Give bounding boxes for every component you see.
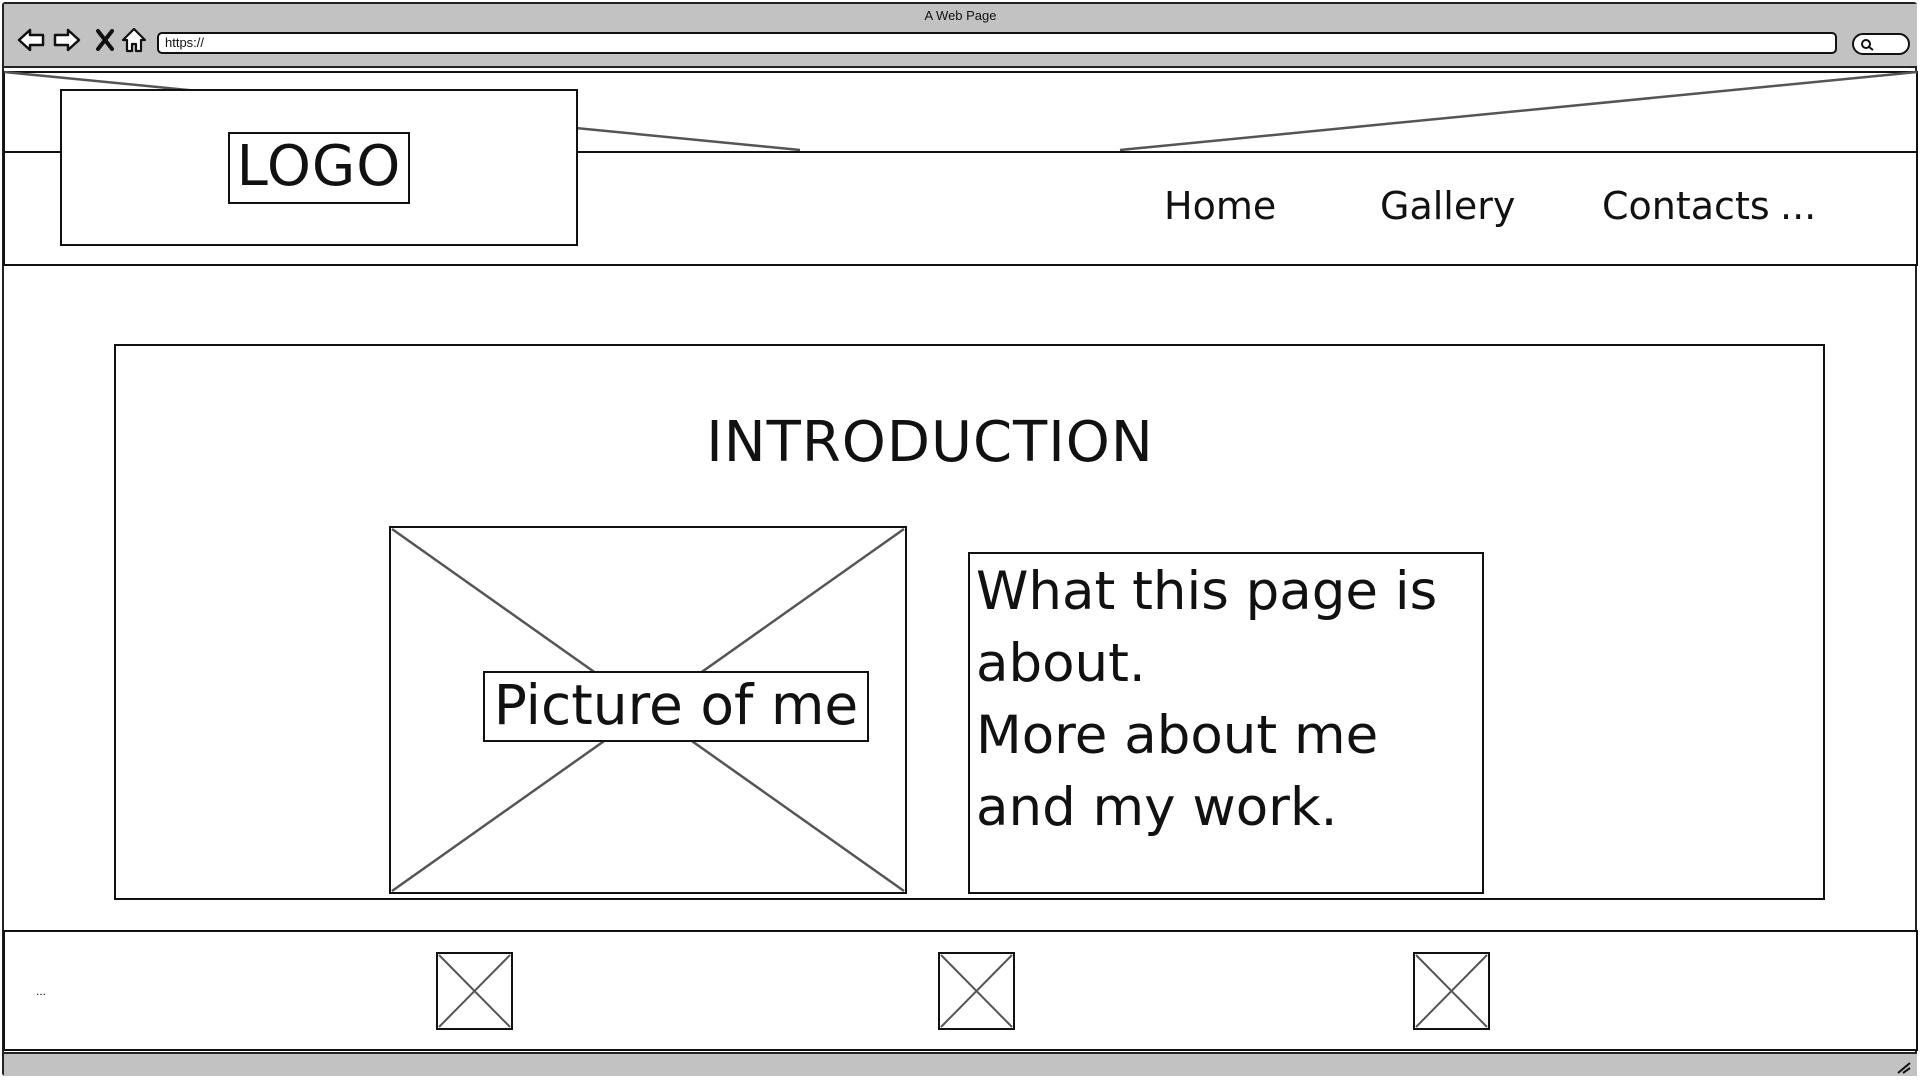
logo[interactable]: LOGO [228, 132, 410, 204]
nav-link-contacts[interactable]: Contacts [1602, 184, 1770, 228]
about-line: What this page is [976, 561, 1438, 622]
about-line: about. [976, 633, 1146, 694]
footer-image-icon-1 [436, 952, 513, 1030]
footer-image-icon-3 [1413, 952, 1490, 1030]
section-title: INTRODUCTION [706, 410, 1154, 475]
nav-link-gallery[interactable]: Gallery [1380, 184, 1515, 228]
about-line: More about me [976, 705, 1379, 766]
about-text-box: What this page is about. More about me a… [968, 552, 1484, 894]
nav-more[interactable]: ... [1780, 184, 1816, 228]
picture-label: Picture of me [483, 671, 869, 742]
about-line: and my work. [976, 777, 1338, 838]
footer-text: ... [36, 984, 47, 998]
footer-image-icon-2 [938, 952, 1015, 1030]
resize-grip-icon[interactable] [1895, 1060, 1911, 1074]
nav-link-home[interactable]: Home [1164, 184, 1276, 228]
browser-window: A Web Page https:// LOGO Home Gallery Co… [0, 0, 1921, 1080]
status-bar [4, 1052, 1917, 1076]
